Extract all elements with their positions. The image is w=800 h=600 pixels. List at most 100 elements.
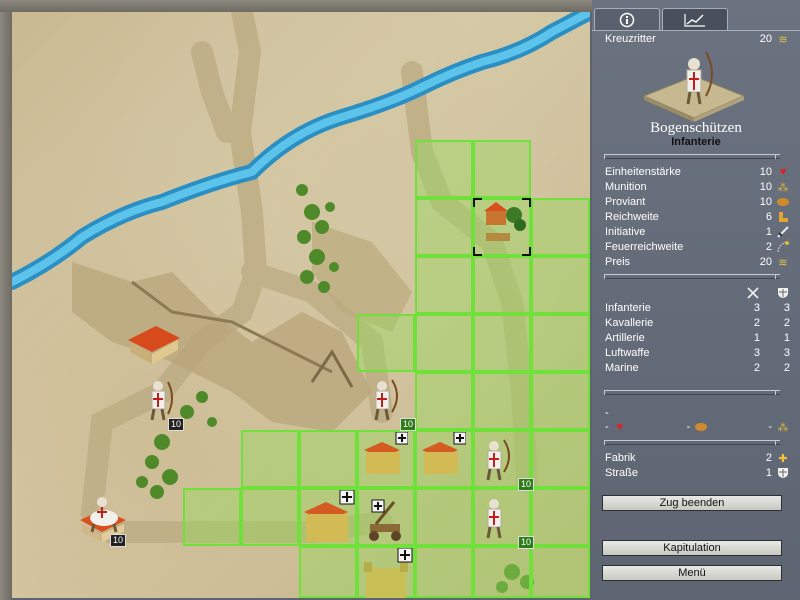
move-cell[interactable] [415,314,473,372]
combat-row: Kavallerie 2 2 [605,316,790,330]
move-cell[interactable] [415,140,473,198]
road [191,41,238,143]
move-cell[interactable] [531,256,590,314]
move-cell[interactable] [473,256,531,314]
move-cell[interactable] [473,546,531,598]
map-frame-left [0,0,12,600]
move-cell[interactable] [415,372,473,430]
move-cell[interactable] [473,140,531,198]
move-cell[interactable] [241,488,299,546]
castle-building[interactable] [358,548,416,598]
stat-value: 1 [765,226,772,238]
cost-value: - [686,421,691,433]
ammo-icon: ⁂ [777,421,789,434]
catapult-unit[interactable] [364,496,408,544]
barracks-building[interactable] [126,322,182,366]
tab-info[interactable] [594,8,660,30]
divider [604,274,780,279]
move-cell[interactable] [415,488,473,546]
gold-icon: ≋ [778,33,788,46]
crusader-unit[interactable] [478,494,518,542]
combat-label: Artillerie [605,332,645,344]
move-cell[interactable] [357,314,415,372]
bonus-row: Straße 1 [605,466,790,480]
defense-value: 1 [783,332,790,344]
combat-row: Luftwaffe 3 3 [605,346,790,360]
menu-button[interactable]: Menü [602,565,782,581]
stat-row: Reichweite 6 [605,210,790,224]
bonus-label: Fabrik [605,452,636,464]
cost-value: - [605,421,609,433]
move-cell[interactable] [415,198,473,256]
unit-info-panel: Kreuzritter 20 ≋ Bogenschützen Infanteri… [592,0,800,600]
faction-row: Kreuzritter 20 ≋ [605,32,790,46]
cost-dash-row: - [605,406,790,420]
unit-type: Infanterie [671,136,721,148]
combat-row: Marine 2 2 [605,361,790,375]
gold-icon: ≋ [778,256,788,269]
bonus-value: 2 [765,452,772,464]
range-icon [776,240,790,254]
heart-icon: ♥ [779,166,787,178]
selected-lumber-camp[interactable] [472,197,532,257]
stat-row: Preis 20 ≋ [605,255,790,269]
unit-strength-badge: 10 [110,534,127,547]
move-cell[interactable] [531,488,590,546]
knight-unit[interactable] [82,490,126,534]
move-cell[interactable] [531,198,590,256]
capitulation-button[interactable]: Kapitulation [602,540,782,556]
stat-label: Munition [605,181,647,193]
cost-row: - ♥ - - ⁂ [605,420,790,434]
move-cell[interactable] [241,430,299,488]
move-cell[interactable] [531,546,590,598]
unit-strength-badge: 10 [518,536,535,549]
heart-icon: ♥ [616,421,623,433]
factory-building[interactable] [416,432,466,482]
move-cell[interactable] [473,372,531,430]
crusader-unit[interactable] [140,376,180,424]
end-turn-button[interactable]: Zug beenden [602,495,782,511]
move-cell[interactable] [531,372,590,430]
stat-value: 20 [759,256,772,268]
factory-building[interactable] [300,490,358,548]
stat-value: 10 [759,181,772,193]
divider [604,154,780,159]
cost-dash: - [605,407,609,419]
factory-building[interactable] [358,432,408,482]
combat-label: Infanterie [605,302,651,314]
move-cell[interactable] [299,546,357,598]
shield-icon [776,466,790,480]
move-cell[interactable] [415,546,473,598]
combat-label: Kavallerie [605,317,654,329]
stat-label: Einheitenstärke [605,166,681,178]
unit-strength-badge: 10 [518,478,535,491]
stat-value: 10 [759,196,772,208]
move-cell[interactable] [473,314,531,372]
archer-unit[interactable] [478,436,518,484]
stat-label: Feuerreichweite [605,241,684,253]
game-map[interactable]: 10 10 10 10 10 [12,12,590,598]
info-icon [619,12,635,27]
stat-label: Proviant [605,196,646,208]
defense-value: 2 [783,362,790,374]
faction-label: Kreuzritter [605,33,656,45]
move-cell[interactable] [299,430,357,488]
map-frame-top [0,0,592,12]
bonus-row: Fabrik 2 ✚ [605,451,790,465]
move-cell[interactable] [531,430,590,488]
stat-label: Initiative [605,226,646,238]
stat-value: 2 [765,241,772,253]
shield-icon [776,286,790,300]
plus-icon: ✚ [778,452,788,465]
attack-value: 1 [753,332,760,344]
bread-icon [694,420,708,434]
archer-unit[interactable] [366,376,406,424]
tab-statistics[interactable] [662,8,728,30]
move-cell[interactable] [531,314,590,372]
attack-value: 2 [753,362,760,374]
move-cell[interactable] [415,256,473,314]
attack-value: 3 [753,347,760,359]
move-cell[interactable] [183,488,241,546]
combat-label: Marine [605,362,639,374]
ammo-icon: ⁂ [777,181,789,194]
